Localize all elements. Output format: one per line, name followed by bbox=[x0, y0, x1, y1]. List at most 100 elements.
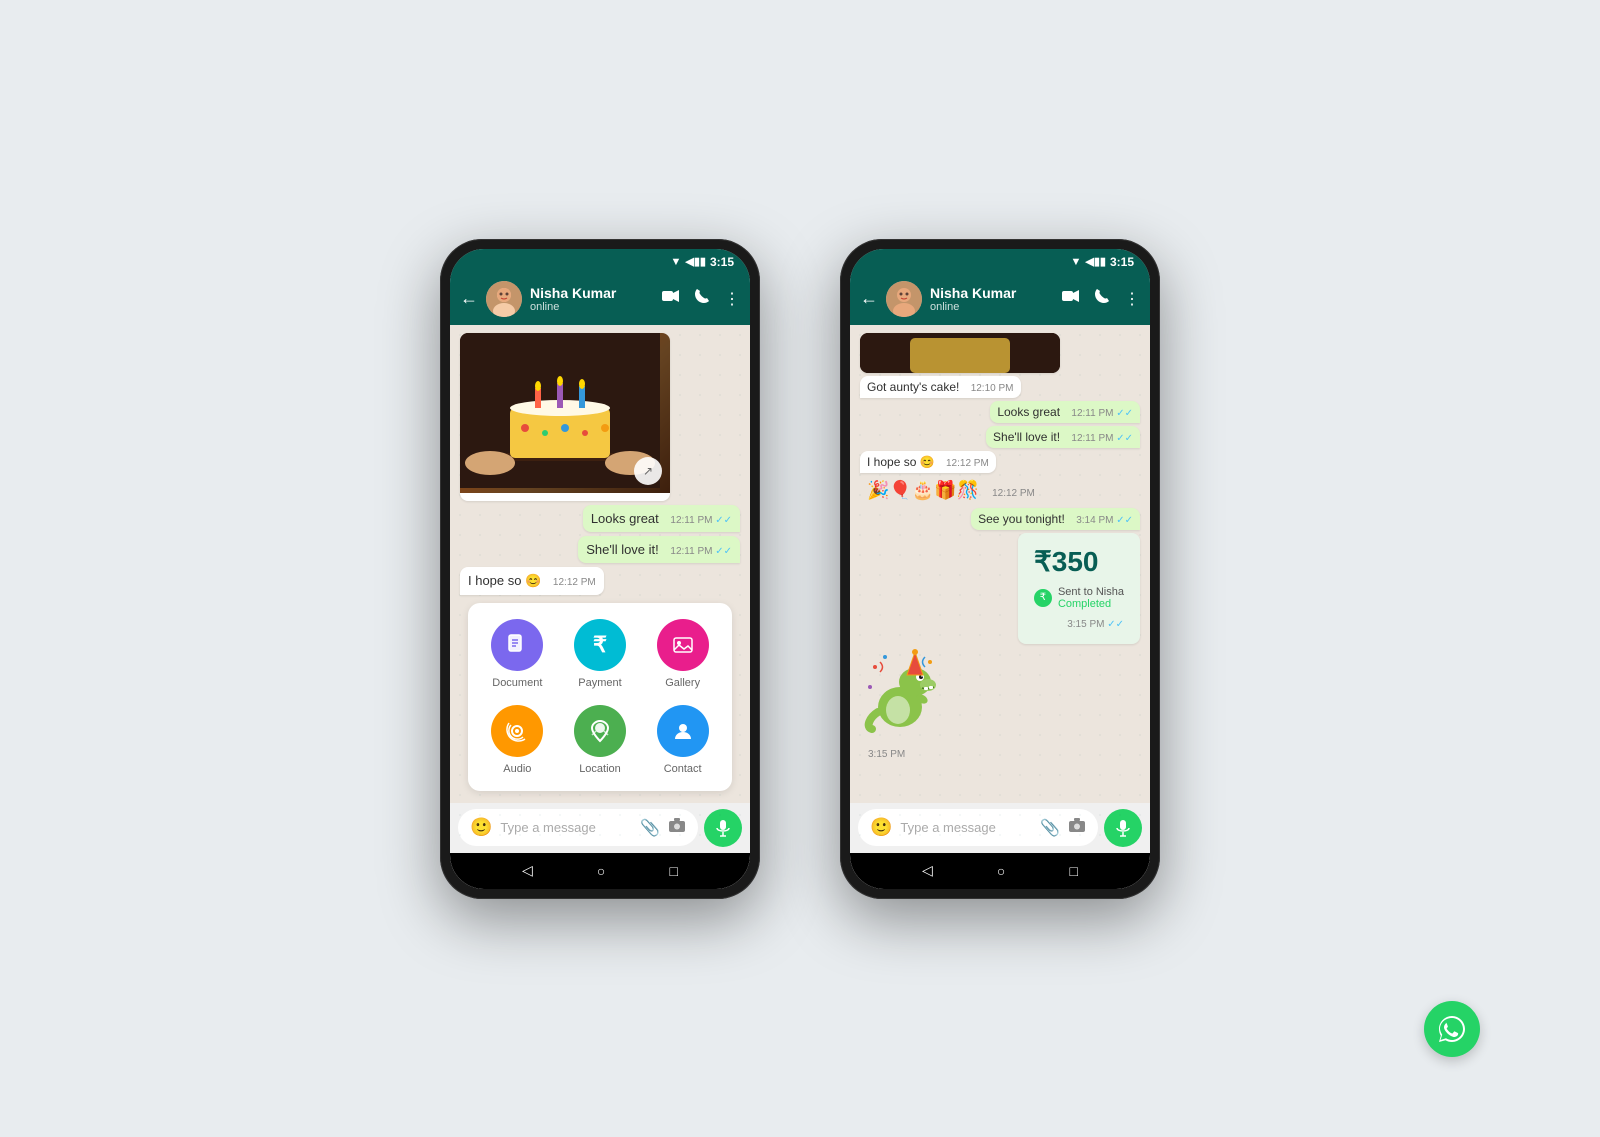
avatar-2 bbox=[886, 281, 922, 317]
payment-sent-to: Sent to Nisha bbox=[1058, 586, 1124, 598]
msg-received-emoji: 🎉🎈🎂🎁🎊 12:12 PM bbox=[860, 476, 1042, 505]
recent-nav-1[interactable]: □ bbox=[669, 863, 677, 879]
msg-sent-2-1: Looks great 12:11 PM ✓✓ bbox=[990, 401, 1140, 423]
time-tonight: 3:14 PM ✓✓ bbox=[1076, 515, 1133, 526]
phone-2-inner: ▼ ◀▮▮ 3:15 ← bbox=[850, 249, 1150, 889]
back-button-1[interactable]: ← bbox=[460, 288, 478, 309]
caption-text: Got aunty's cake! bbox=[468, 499, 568, 501]
status-bar-right-2: ▼ ◀▮▮ 3:15 bbox=[1071, 255, 1135, 269]
phone-1-inner: ▼ ◀▮▮ 3:15 ← bbox=[450, 249, 750, 889]
msg-sent-2: She'll love it! 12:11 PM ✓✓ bbox=[578, 536, 740, 563]
wifi-icon-2: ▼ bbox=[1071, 256, 1082, 268]
time-2-0: 12:10 PM bbox=[971, 383, 1014, 394]
msg-time-sent-1: 12:11 PM ✓✓ bbox=[670, 515, 732, 526]
contact-icon bbox=[657, 705, 709, 757]
home-nav-2[interactable]: ○ bbox=[997, 863, 1005, 879]
document-icon bbox=[491, 619, 543, 671]
msg-sent-tonight: See you tonight! 3:14 PM ✓✓ bbox=[971, 508, 1140, 530]
phone-1: ▼ ◀▮▮ 3:15 ← bbox=[440, 239, 760, 899]
payment-label: Payment bbox=[578, 677, 621, 689]
partial-image bbox=[860, 333, 1060, 373]
payment-amount: ₹350 bbox=[1034, 545, 1124, 578]
status-bar-right-1: ▼ ◀▮▮ 3:15 bbox=[671, 255, 735, 269]
attach-contact[interactable]: Contact bbox=[657, 705, 709, 775]
status-bar-1: ▼ ◀▮▮ 3:15 bbox=[450, 249, 750, 273]
payment-completed: Completed bbox=[1058, 598, 1124, 610]
signal-icon-1: ◀▮▮ bbox=[685, 255, 706, 268]
avatar-1 bbox=[486, 281, 522, 317]
msg-payment: ₹350 ₹ Sent to Nisha Completed 3:15 PM ✓… bbox=[1018, 533, 1140, 644]
payment-icon: ₹ bbox=[574, 619, 626, 671]
contact-info-1: Nisha Kumar online bbox=[530, 285, 654, 313]
time-2-2: 12:11 PM ✓✓ bbox=[1071, 433, 1133, 444]
msg-time-sent-2: 12:11 PM ✓✓ bbox=[670, 546, 732, 557]
contact-status-2: online bbox=[930, 301, 1054, 313]
time-2-r1: 12:12 PM bbox=[946, 458, 989, 469]
text-2-1: Looks great bbox=[997, 405, 1060, 419]
attach-audio[interactable]: Audio bbox=[491, 705, 543, 775]
attach-payment[interactable]: ₹ Payment bbox=[574, 619, 626, 689]
audio-label: Audio bbox=[503, 763, 531, 775]
msg-received-1: I hope so 😊 12:12 PM bbox=[460, 567, 604, 595]
avatar-img-2 bbox=[886, 281, 922, 317]
back-button-2[interactable]: ← bbox=[860, 288, 878, 309]
msg-text-sent-1: Looks great bbox=[591, 511, 659, 526]
dino-sticker bbox=[860, 647, 940, 742]
contact-label: Contact bbox=[664, 763, 702, 775]
tick-2: ✓✓ bbox=[715, 546, 732, 557]
attach-gallery[interactable]: Gallery bbox=[657, 619, 709, 689]
status-time-2: 3:15 bbox=[1110, 255, 1134, 269]
emoji-text: 🎉🎈🎂🎁🎊 bbox=[867, 480, 979, 500]
cake-image-msg: ↗ Got aunty's cake! 12:10 PM bbox=[460, 333, 670, 501]
more-icon-2[interactable]: ⋮ bbox=[1124, 289, 1140, 309]
header-icons-1: ⋮ bbox=[662, 288, 740, 309]
msg-sent-2-2: She'll love it! 12:11 PM ✓✓ bbox=[986, 426, 1140, 448]
text-2-r1: I hope so 😊 bbox=[867, 455, 935, 469]
attach-location[interactable]: Location bbox=[574, 705, 626, 775]
home-nav-1[interactable]: ○ bbox=[597, 863, 605, 879]
tick-1: ✓✓ bbox=[715, 515, 732, 526]
video-call-icon-2[interactable] bbox=[1062, 289, 1080, 308]
contact-name-2: Nisha Kumar bbox=[930, 285, 1054, 301]
msg-text-sent-2: She'll love it! bbox=[586, 542, 659, 557]
back-nav-1[interactable]: ◁ bbox=[522, 862, 533, 879]
recent-nav-2[interactable]: □ bbox=[1069, 863, 1077, 879]
payment-rupee-icon: ₹ bbox=[1034, 589, 1052, 607]
chat-header-1: ← bbox=[450, 273, 750, 325]
forward-btn[interactable]: ↗ bbox=[634, 457, 662, 485]
phone-call-icon-2[interactable] bbox=[1094, 288, 1110, 309]
gallery-icon bbox=[657, 619, 709, 671]
contact-status-1: online bbox=[530, 301, 654, 313]
phone-2: ▼ ◀▮▮ 3:15 ← bbox=[840, 239, 1160, 899]
back-nav-2[interactable]: ◁ bbox=[922, 862, 933, 879]
payment-status: ₹ Sent to Nisha Completed bbox=[1034, 586, 1124, 610]
page-wrapper: ▼ ◀▮▮ 3:15 ← bbox=[0, 0, 1600, 1137]
attachment-menu: Document ₹ Payment bbox=[468, 603, 732, 791]
video-call-icon-1[interactable] bbox=[662, 289, 680, 308]
time-emoji: 12:12 PM bbox=[992, 488, 1035, 499]
chat-messages-2: Got aunty's cake! 12:10 PM Looks great 1… bbox=[850, 325, 1150, 803]
gallery-label: Gallery bbox=[665, 677, 700, 689]
whatsapp-logo bbox=[1424, 1001, 1480, 1057]
cake-image-thumb: ↗ bbox=[460, 333, 670, 493]
chat-header-2: ← bbox=[850, 273, 1150, 325]
more-icon-1[interactable]: ⋮ bbox=[724, 289, 740, 309]
chat-body-1: ↗ Got aunty's cake! 12:10 PM Looks great… bbox=[450, 325, 750, 853]
sticker-time: 3:15 PM bbox=[868, 749, 905, 760]
msg-text-received-1: I hope so 😊 bbox=[468, 573, 541, 588]
contact-name-1: Nisha Kumar bbox=[530, 285, 654, 301]
image-caption: Got aunty's cake! 12:10 PM bbox=[460, 493, 670, 501]
phones-container: ▼ ◀▮▮ 3:15 ← bbox=[440, 239, 1160, 899]
phone-call-icon-1[interactable] bbox=[694, 288, 710, 309]
time-2-1: 12:11 PM ✓✓ bbox=[1071, 408, 1133, 419]
avatar-img-1 bbox=[486, 281, 522, 317]
attach-document[interactable]: Document bbox=[491, 619, 543, 689]
chat-body-2: Got aunty's cake! 12:10 PM Looks great 1… bbox=[850, 325, 1150, 853]
wifi-icon-1: ▼ bbox=[671, 256, 682, 268]
msg-received-2-1: I hope so 😊 12:12 PM bbox=[860, 451, 996, 473]
signal-icon-2: ◀▮▮ bbox=[1085, 255, 1106, 268]
bottom-nav-2: ◁ ○ □ bbox=[850, 853, 1150, 889]
text-tonight: See you tonight! bbox=[978, 512, 1065, 526]
location-label: Location bbox=[579, 763, 621, 775]
msg-time-received-1: 12:12 PM bbox=[553, 577, 596, 588]
